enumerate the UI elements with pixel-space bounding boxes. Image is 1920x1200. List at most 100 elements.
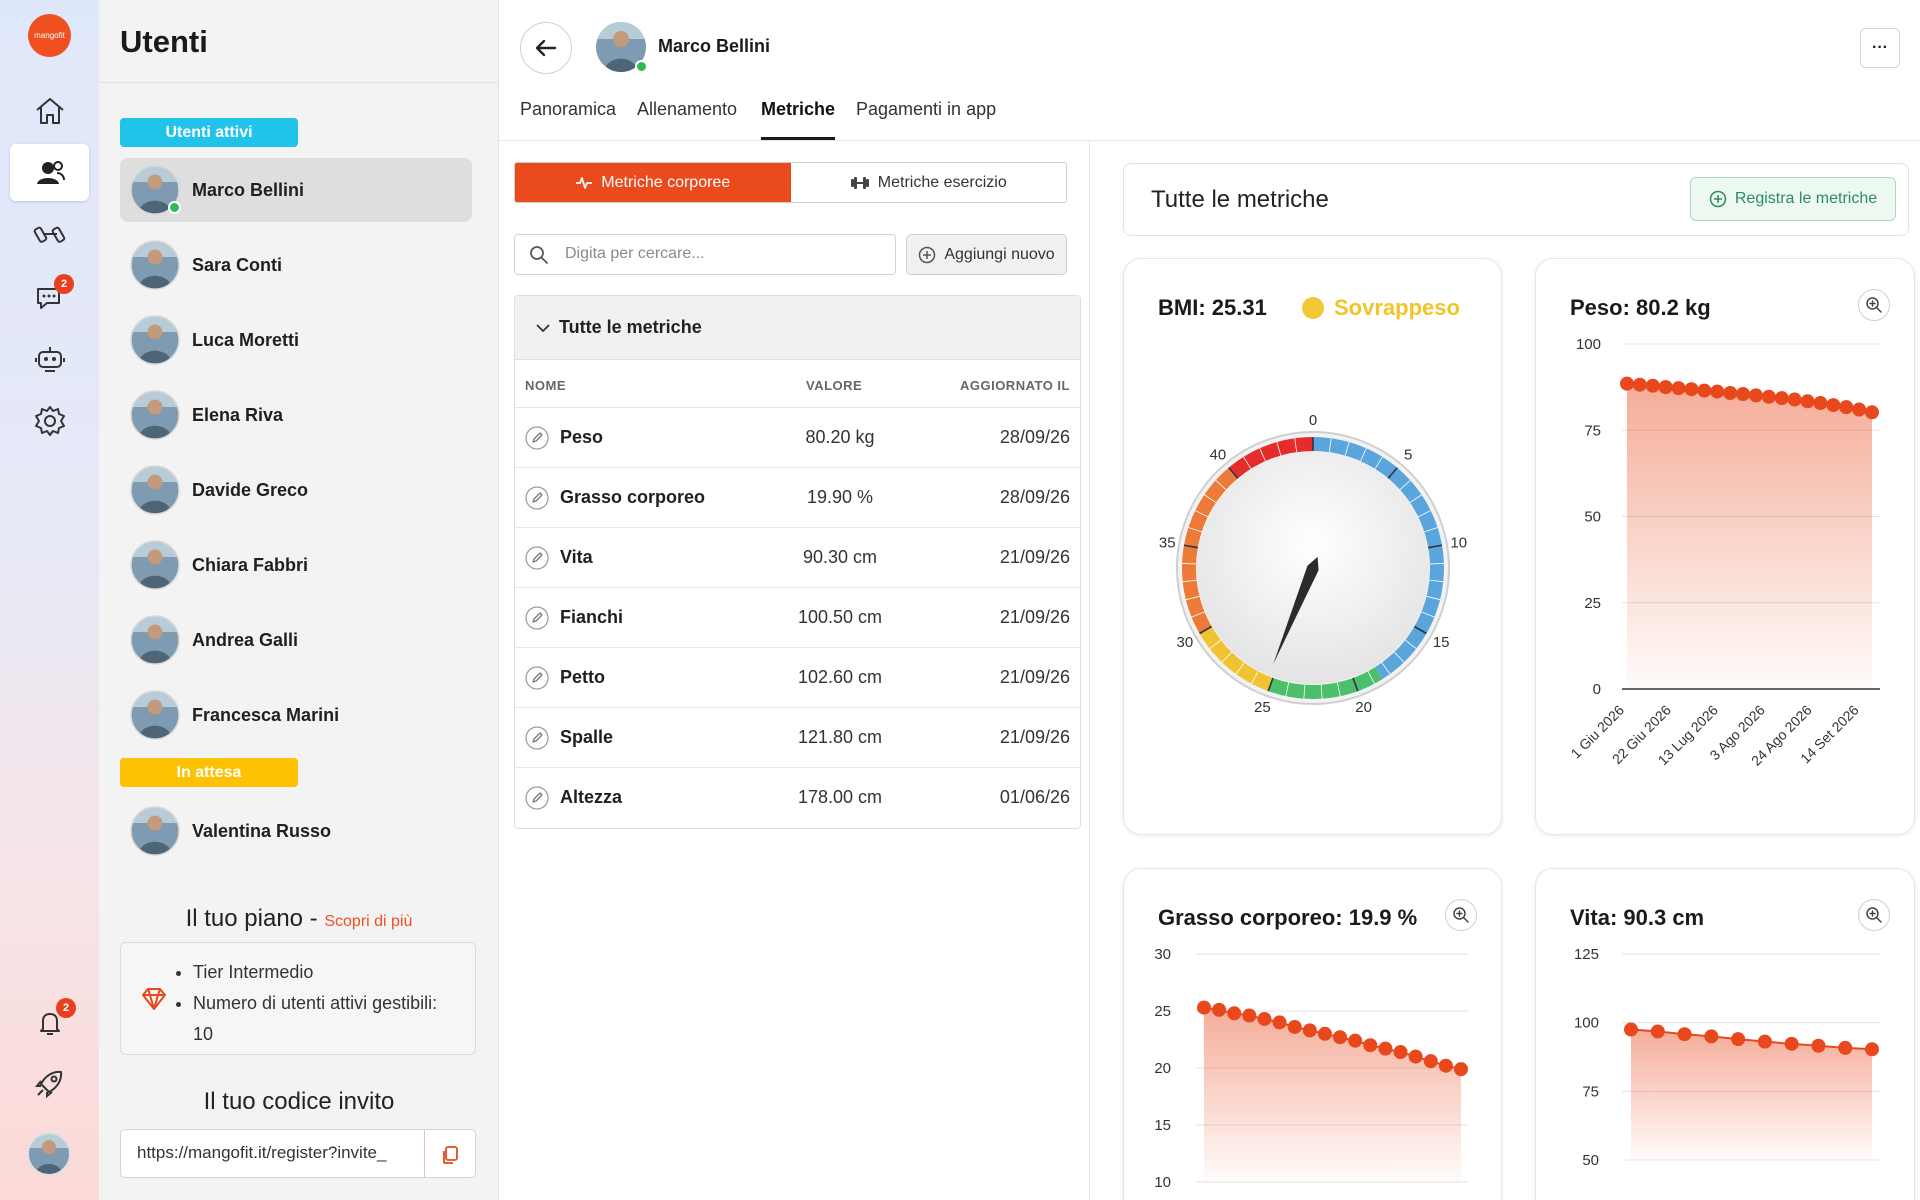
data-point bbox=[1363, 1038, 1378, 1053]
metric-date: 21/09/26 bbox=[999, 667, 1070, 687]
edit-icon[interactable] bbox=[525, 486, 549, 510]
left-rail: mangofit 2 2 bbox=[0, 0, 99, 1200]
user-list-item[interactable]: Davide Greco bbox=[120, 458, 472, 522]
waist-chart: 50 75 100 125 bbox=[1574, 946, 1880, 1169]
discover-more-link[interactable]: Scopri di più bbox=[324, 913, 412, 930]
segment-body-metrics[interactable]: Metriche corporee bbox=[515, 163, 791, 202]
divider bbox=[99, 82, 499, 83]
data-point bbox=[1257, 1011, 1272, 1026]
online-status-dot bbox=[635, 60, 648, 73]
activity-icon bbox=[575, 176, 593, 190]
data-point bbox=[1212, 1002, 1227, 1017]
metric-value: 19.90 % bbox=[806, 487, 874, 507]
data-point bbox=[1697, 383, 1712, 398]
my-avatar[interactable] bbox=[27, 1132, 71, 1176]
gauge-tick-label: 0 bbox=[1309, 412, 1317, 429]
table-row[interactable]: Petto 102.60 cm 21/09/26 bbox=[515, 648, 1080, 708]
series-area bbox=[1631, 1029, 1872, 1160]
user-list-item[interactable]: Elena Riva bbox=[120, 383, 472, 447]
y-tick-label: 25 bbox=[1584, 595, 1601, 612]
metric-date: 28/09/26 bbox=[999, 487, 1070, 507]
table-row[interactable]: Fianchi 100.50 cm 21/09/26 bbox=[515, 588, 1080, 648]
nav-chat[interactable]: 2 bbox=[10, 268, 89, 325]
table-row[interactable]: Spalle 121.80 cm 21/09/26 bbox=[515, 708, 1080, 768]
nav-notifications[interactable]: 2 bbox=[10, 994, 89, 1051]
register-metrics-button[interactable]: Registra le metriche bbox=[1690, 177, 1896, 221]
weight-chart: 02550751001 Giu 202622 Giu 202613 Lug 20… bbox=[1567, 336, 1880, 769]
home-icon bbox=[33, 95, 67, 127]
data-point bbox=[1811, 1038, 1826, 1053]
avatar bbox=[130, 315, 180, 365]
app-logo[interactable]: mangofit bbox=[28, 14, 71, 57]
data-point bbox=[1800, 394, 1815, 409]
plan-box: Tier Intermedio Numero di utenti attivi … bbox=[120, 942, 476, 1055]
table-row[interactable]: Vita 90.30 cm 21/09/26 bbox=[515, 528, 1080, 588]
metric-value: 102.60 cm bbox=[797, 667, 883, 687]
user-list-item[interactable]: Luca Moretti bbox=[120, 308, 472, 372]
back-button[interactable] bbox=[520, 22, 572, 74]
online-status-dot bbox=[168, 201, 181, 214]
nav-workouts[interactable] bbox=[10, 206, 89, 263]
gauge-tick-label: 10 bbox=[1450, 534, 1467, 551]
data-point bbox=[1704, 1029, 1719, 1044]
gauge-tick-label: 35 bbox=[1159, 534, 1176, 551]
invite-title: Il tuo codice invito bbox=[203, 1088, 395, 1115]
data-point bbox=[1348, 1033, 1363, 1048]
notifications-badge: 2 bbox=[56, 998, 76, 1018]
edit-icon[interactable] bbox=[525, 666, 549, 690]
nav-settings[interactable] bbox=[10, 392, 89, 449]
data-point bbox=[1620, 376, 1634, 391]
segment-exercise-metrics[interactable]: Metriche esercizio bbox=[791, 163, 1067, 202]
y-tick-label: 0 bbox=[1593, 681, 1601, 698]
invite-url[interactable]: https://mangofit.it/register?invite_ bbox=[137, 1143, 415, 1163]
copy-button[interactable] bbox=[424, 1130, 475, 1177]
avatar bbox=[130, 165, 181, 215]
nav-home[interactable] bbox=[10, 82, 89, 139]
user-name: Luca Moretti bbox=[192, 329, 300, 350]
plus-circle-icon bbox=[1709, 190, 1727, 208]
edit-icon[interactable] bbox=[525, 426, 549, 450]
table-row[interactable]: Peso 80.20 kg 28/09/26 bbox=[515, 408, 1080, 468]
active-tab-indicator bbox=[761, 137, 835, 140]
user-list-item[interactable]: Marco Bellini bbox=[120, 158, 472, 222]
data-point bbox=[1723, 385, 1738, 400]
tab-pagamenti[interactable]: Pagamenti in app bbox=[856, 99, 996, 120]
user-list-item[interactable]: Sara Conti bbox=[120, 233, 472, 297]
nav-bots[interactable] bbox=[10, 330, 89, 387]
add-new-button[interactable]: Aggiungi nuovo bbox=[906, 234, 1067, 275]
detail-header: Marco Bellini ··· Panoramica Allenamento… bbox=[499, 0, 1920, 141]
edit-icon[interactable] bbox=[525, 726, 549, 750]
edit-icon[interactable] bbox=[525, 786, 549, 810]
user-list-item[interactable]: Andrea Galli bbox=[120, 608, 472, 672]
more-options-button[interactable]: ··· bbox=[1860, 28, 1900, 68]
user-list-item[interactable]: Francesca Marini bbox=[120, 683, 472, 747]
gear-icon bbox=[33, 404, 67, 438]
tab-panoramica[interactable]: Panoramica bbox=[520, 99, 616, 120]
rocket-icon bbox=[33, 1066, 67, 1100]
plan-feature: Tier Intermedio bbox=[193, 957, 453, 988]
data-point bbox=[1333, 1030, 1348, 1045]
edit-icon[interactable] bbox=[525, 546, 549, 570]
data-point bbox=[1710, 384, 1725, 399]
data-point bbox=[1684, 382, 1699, 397]
search-input[interactable] bbox=[565, 245, 865, 263]
data-point bbox=[1736, 387, 1751, 402]
y-tick-label: 75 bbox=[1584, 422, 1601, 439]
user-list-item[interactable]: Chiara Fabbri bbox=[120, 533, 472, 597]
nav-users[interactable] bbox=[10, 144, 89, 201]
tab-metriche[interactable]: Metriche bbox=[761, 99, 835, 120]
metric-date: 21/09/26 bbox=[999, 727, 1070, 747]
edit-icon[interactable] bbox=[525, 606, 549, 630]
nav-upgrade[interactable] bbox=[10, 1054, 89, 1111]
table-row[interactable]: Altezza 178.00 cm 01/06/26 bbox=[515, 768, 1080, 828]
table-row[interactable]: Grasso corporeo 19.90 % 28/09/26 bbox=[515, 468, 1080, 528]
tab-allenamento[interactable]: Allenamento bbox=[637, 99, 737, 120]
metric-name: Vita bbox=[560, 547, 593, 567]
user-name: Francesca Marini bbox=[192, 704, 340, 725]
data-point bbox=[1302, 1023, 1317, 1038]
data-point bbox=[1731, 1032, 1746, 1047]
user-list-item[interactable]: Valentina Russo bbox=[120, 799, 472, 863]
y-tick-label: 50 bbox=[1584, 509, 1601, 526]
metrics-group-header[interactable]: Tutte le metriche bbox=[515, 296, 1080, 360]
user-name: Andrea Galli bbox=[192, 629, 299, 650]
